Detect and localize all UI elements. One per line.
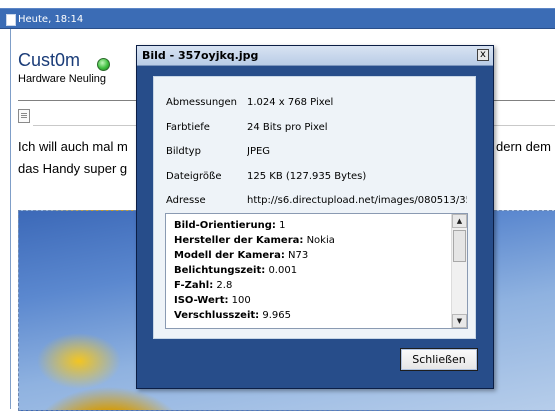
post-text-line-2: das Handy super g [18, 161, 128, 176]
prop-value-file-size: 125 KB (127.935 Bytes) [247, 171, 367, 182]
scroll-down-icon[interactable]: ▼ [452, 314, 467, 328]
post-text-line-1-end: dern dem [496, 139, 551, 154]
post-date-icon [6, 14, 16, 26]
user-rank: Hardware Neuling [18, 73, 107, 85]
post-text-line-1: Ich will auch mal m [18, 139, 128, 154]
prop-label-image-type: Bildtyp [166, 146, 201, 157]
exif-row-camera-maker: Hersteller der Kamera: Nokia [174, 235, 335, 246]
scroll-up-icon[interactable]: ▲ [452, 214, 467, 228]
image-properties-dialog: Bild - 357oyjkq.jpg x Abmessungen 1.024 … [136, 45, 494, 389]
prop-value-address[interactable]: http://s6.directupload.net/images/080513… [247, 195, 467, 206]
properties-panel: Abmessungen 1.024 x 768 Pixel Farbtiefe … [153, 76, 476, 339]
exif-row-camera-model: Modell der Kamera: N73 [174, 250, 309, 261]
post-date: Heute, 18:14 [18, 14, 84, 25]
prop-label-file-size: Dateigröße [166, 171, 222, 182]
exif-row-exposure-time: Belichtungszeit: 0.001 [174, 265, 298, 276]
online-status-icon [97, 58, 110, 71]
exif-row-orientation: Bild-Orientierung: 1 [174, 220, 286, 231]
prop-value-dimensions: 1.024 x 768 Pixel [247, 97, 334, 108]
close-button[interactable]: Schließen [400, 348, 478, 371]
username-link[interactable]: Cust0m [18, 50, 80, 71]
prop-value-image-type: JPEG [247, 146, 271, 157]
post-icon [18, 109, 30, 123]
prop-label-dimensions: Abmessungen [166, 97, 238, 108]
exif-row-iso: ISO-Wert: 100 [174, 295, 251, 306]
scrollbar-thumb[interactable] [453, 230, 466, 262]
prop-value-color-depth: 24 Bits pro Pixel [247, 122, 328, 133]
post-header-bar: Heute, 18:14 [0, 8, 555, 29]
exif-row-f-number: F-Zahl: 2.8 [174, 280, 233, 291]
close-icon[interactable]: x [477, 49, 489, 61]
exif-scrollbar[interactable]: ▲ ▼ [451, 214, 467, 328]
dialog-title: Bild - 357oyjkq.jpg [142, 49, 259, 62]
dialog-title-bar[interactable]: Bild - 357oyjkq.jpg x [137, 46, 493, 66]
exif-info-box[interactable]: Bild-Orientierung: 1 Hersteller der Kame… [165, 213, 468, 329]
prop-label-address: Adresse [166, 195, 206, 206]
exif-row-shutter-speed: Verschlusszeit: 9.965 [174, 310, 291, 321]
prop-label-color-depth: Farbtiefe [166, 122, 210, 133]
